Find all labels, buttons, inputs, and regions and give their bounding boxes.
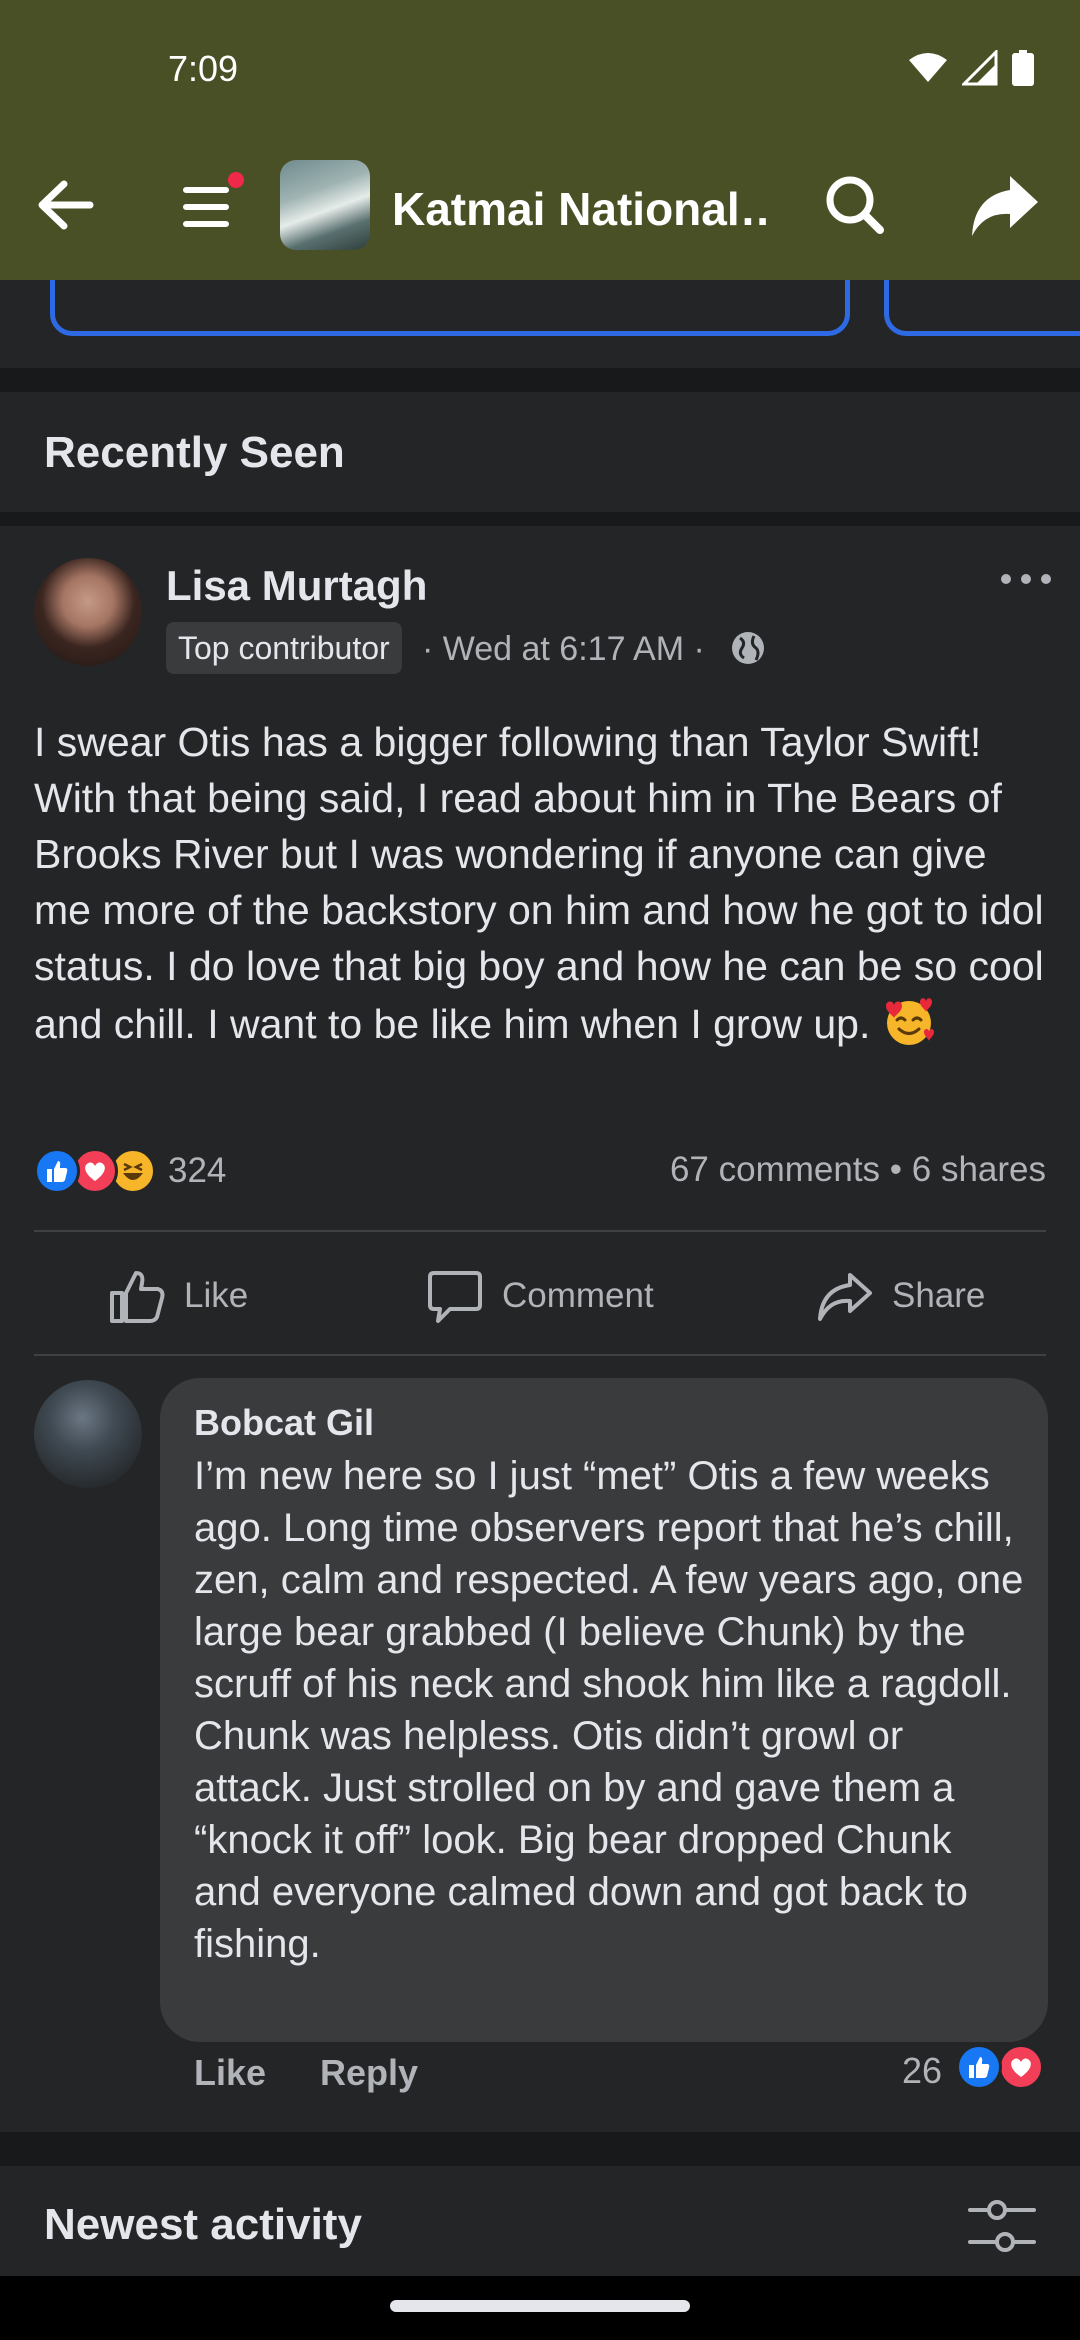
- search-icon[interactable]: [820, 170, 890, 240]
- battery-icon: [1012, 50, 1034, 86]
- comment-reaction-count[interactable]: 26: [902, 2050, 942, 2092]
- smiling-face-with-hearts-icon: [885, 998, 934, 1045]
- share-arrow-icon[interactable]: [966, 168, 1042, 244]
- top-app-bar: [0, 0, 1080, 280]
- comment-like-reaction-icon: [956, 2044, 1002, 2090]
- divider: [34, 1230, 1046, 1232]
- comment-reply-button[interactable]: Reply: [320, 2052, 418, 2094]
- comment-like-button[interactable]: Like: [194, 2052, 266, 2094]
- divider: [34, 1354, 1046, 1356]
- group-thumbnail[interactable]: [280, 160, 370, 250]
- signal-icon: [962, 50, 998, 86]
- more-options-icon[interactable]: [998, 564, 1054, 594]
- chip-row: [0, 280, 1080, 368]
- home-gesture-pill[interactable]: [390, 2300, 690, 2312]
- recently-seen-title: Recently Seen: [44, 428, 345, 477]
- share-label: Share: [892, 1276, 986, 1315]
- comments-shares-count[interactable]: 67 comments • 6 shares: [670, 1150, 1046, 1190]
- status-time: 7:09: [168, 48, 239, 89]
- reaction-count: 324: [168, 1151, 227, 1190]
- comment-text: I’m new here so I just “met” Otis a few …: [194, 1454, 1024, 1966]
- like-label: Like: [184, 1276, 249, 1315]
- globe-icon: [732, 632, 764, 664]
- like-reaction-icon: [34, 1148, 80, 1194]
- comment-love-reaction-icon: [998, 2044, 1044, 2090]
- wifi-icon: [909, 53, 947, 82]
- thumbs-up-icon: [110, 1271, 165, 1323]
- post-card: Lisa Murtagh Top contributor · Wed at 6:…: [0, 526, 1080, 2132]
- like-button[interactable]: Like: [108, 1256, 248, 1336]
- chip-left[interactable]: [50, 280, 850, 336]
- notification-dot: [226, 170, 246, 190]
- comment-button[interactable]: Comment: [426, 1256, 654, 1336]
- commenter-avatar[interactable]: [34, 1380, 142, 1488]
- post-author[interactable]: Lisa Murtagh: [166, 562, 427, 610]
- newest-activity-title: Newest activity: [44, 2200, 362, 2249]
- comment-bubble: Bobcat Gil I’m new here so I just “met” …: [160, 1378, 1048, 2042]
- author-avatar[interactable]: [34, 558, 142, 666]
- status-icons: [908, 50, 1034, 86]
- reaction-summary[interactable]: 324: [34, 1146, 226, 1196]
- recently-seen-header: Recently Seen: [0, 392, 1080, 512]
- share-button[interactable]: Share: [816, 1256, 985, 1336]
- post-timestamp: · Wed at 6:17 AM ·: [422, 630, 705, 668]
- comment-author[interactable]: Bobcat Gil: [194, 1402, 374, 1444]
- post-body: I swear Otis has a bigger following than…: [34, 714, 1054, 1052]
- chip-right[interactable]: [884, 280, 1080, 336]
- share-arrow-outline-icon: [818, 1273, 872, 1321]
- top-contributor-badge: Top contributor: [166, 622, 402, 674]
- newest-activity-header: Newest activity: [0, 2166, 1080, 2276]
- filter-sliders-icon[interactable]: [966, 2198, 1038, 2254]
- comment-bubble-icon: [428, 1271, 482, 1323]
- comment-label: Comment: [502, 1276, 654, 1315]
- back-arrow-icon[interactable]: [30, 170, 100, 240]
- group-title[interactable]: Katmai National…: [392, 182, 772, 236]
